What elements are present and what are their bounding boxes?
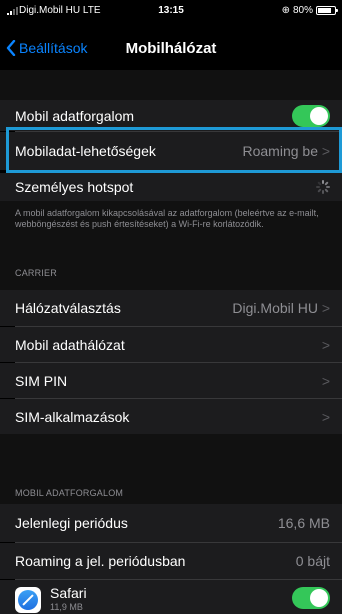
current-period-value: 16,6 MB: [277, 515, 330, 531]
battery-fill: [318, 8, 331, 13]
hotspot-label: Személyes hotspot: [15, 179, 134, 195]
network-selection-row[interactable]: Hálózatválasztás Digi.Mobil HU >: [0, 290, 342, 326]
sim-pin-label: SIM PIN: [15, 372, 68, 389]
chevron-right-icon: >: [321, 300, 330, 316]
chevron-right-icon: >: [321, 372, 330, 389]
nav-bar: Beállítások Mobilhálózat: [0, 22, 342, 70]
network-selection-label: Hálózatválasztás: [15, 300, 121, 316]
data-options-row[interactable]: Mobiladat-lehetőségek Roaming be >: [0, 132, 342, 170]
cellular-data-network-label: Mobil adathálózat: [15, 336, 125, 353]
roaming-period-label: Roaming a jel. periódusban: [15, 553, 186, 569]
usage-section-header: MOBIL ADATFORGALOM: [15, 488, 124, 498]
battery-indicator: ⊕ 80%: [281, 5, 338, 16]
sim-apps-row[interactable]: SIM-alkalmazások >: [0, 399, 342, 434]
app-usage: 11,9 MB: [50, 602, 83, 612]
cellular-footnote: A mobil adatforgalom kikapcsolásával az …: [15, 208, 319, 229]
roaming-period-value: 0 bájt: [295, 553, 330, 569]
loading-spinner-icon: [316, 180, 330, 194]
cellular-data-row: Mobil adatforgalom: [0, 100, 342, 131]
roaming-period-row: Roaming a jel. periódusban 0 bájt: [0, 543, 342, 579]
app-row-safari: Safari 11,9 MB: [0, 580, 342, 614]
chevron-right-icon: >: [321, 336, 330, 353]
cellular-data-label: Mobil adatforgalom: [15, 107, 135, 124]
status-bar: Digi.Mobil HU LTE 13:15 ⊕ 80%: [0, 0, 342, 22]
data-options-label: Mobiladat-lehetőségek: [15, 143, 156, 159]
orientation-lock-icon: ⊕: [281, 5, 290, 16]
app-name: Safari: [50, 585, 87, 601]
safari-data-toggle[interactable]: [292, 587, 330, 609]
chevron-right-icon: >: [321, 143, 330, 159]
carrier-section-header: CARRIER: [15, 268, 57, 278]
page-title: Mobilhálózat: [125, 40, 217, 57]
hotspot-row[interactable]: Személyes hotspot: [0, 173, 342, 201]
data-options-value: Roaming be: [242, 143, 319, 159]
battery-icon: [316, 6, 338, 15]
current-period-row: Jelenlegi periódus 16,6 MB: [0, 504, 342, 542]
network-selection-value: Digi.Mobil HU: [232, 300, 318, 316]
sim-apps-label: SIM-alkalmazások: [15, 408, 130, 425]
battery-percent: 80%: [292, 5, 313, 16]
section-spacer: [0, 70, 342, 100]
current-period-label: Jelenlegi periódus: [15, 515, 128, 531]
cellular-data-toggle[interactable]: [292, 104, 330, 127]
sim-pin-row[interactable]: SIM PIN >: [0, 363, 342, 398]
chevron-right-icon: >: [321, 408, 330, 425]
safari-icon: [15, 587, 41, 613]
cellular-data-network-row[interactable]: Mobil adathálózat >: [0, 327, 342, 362]
